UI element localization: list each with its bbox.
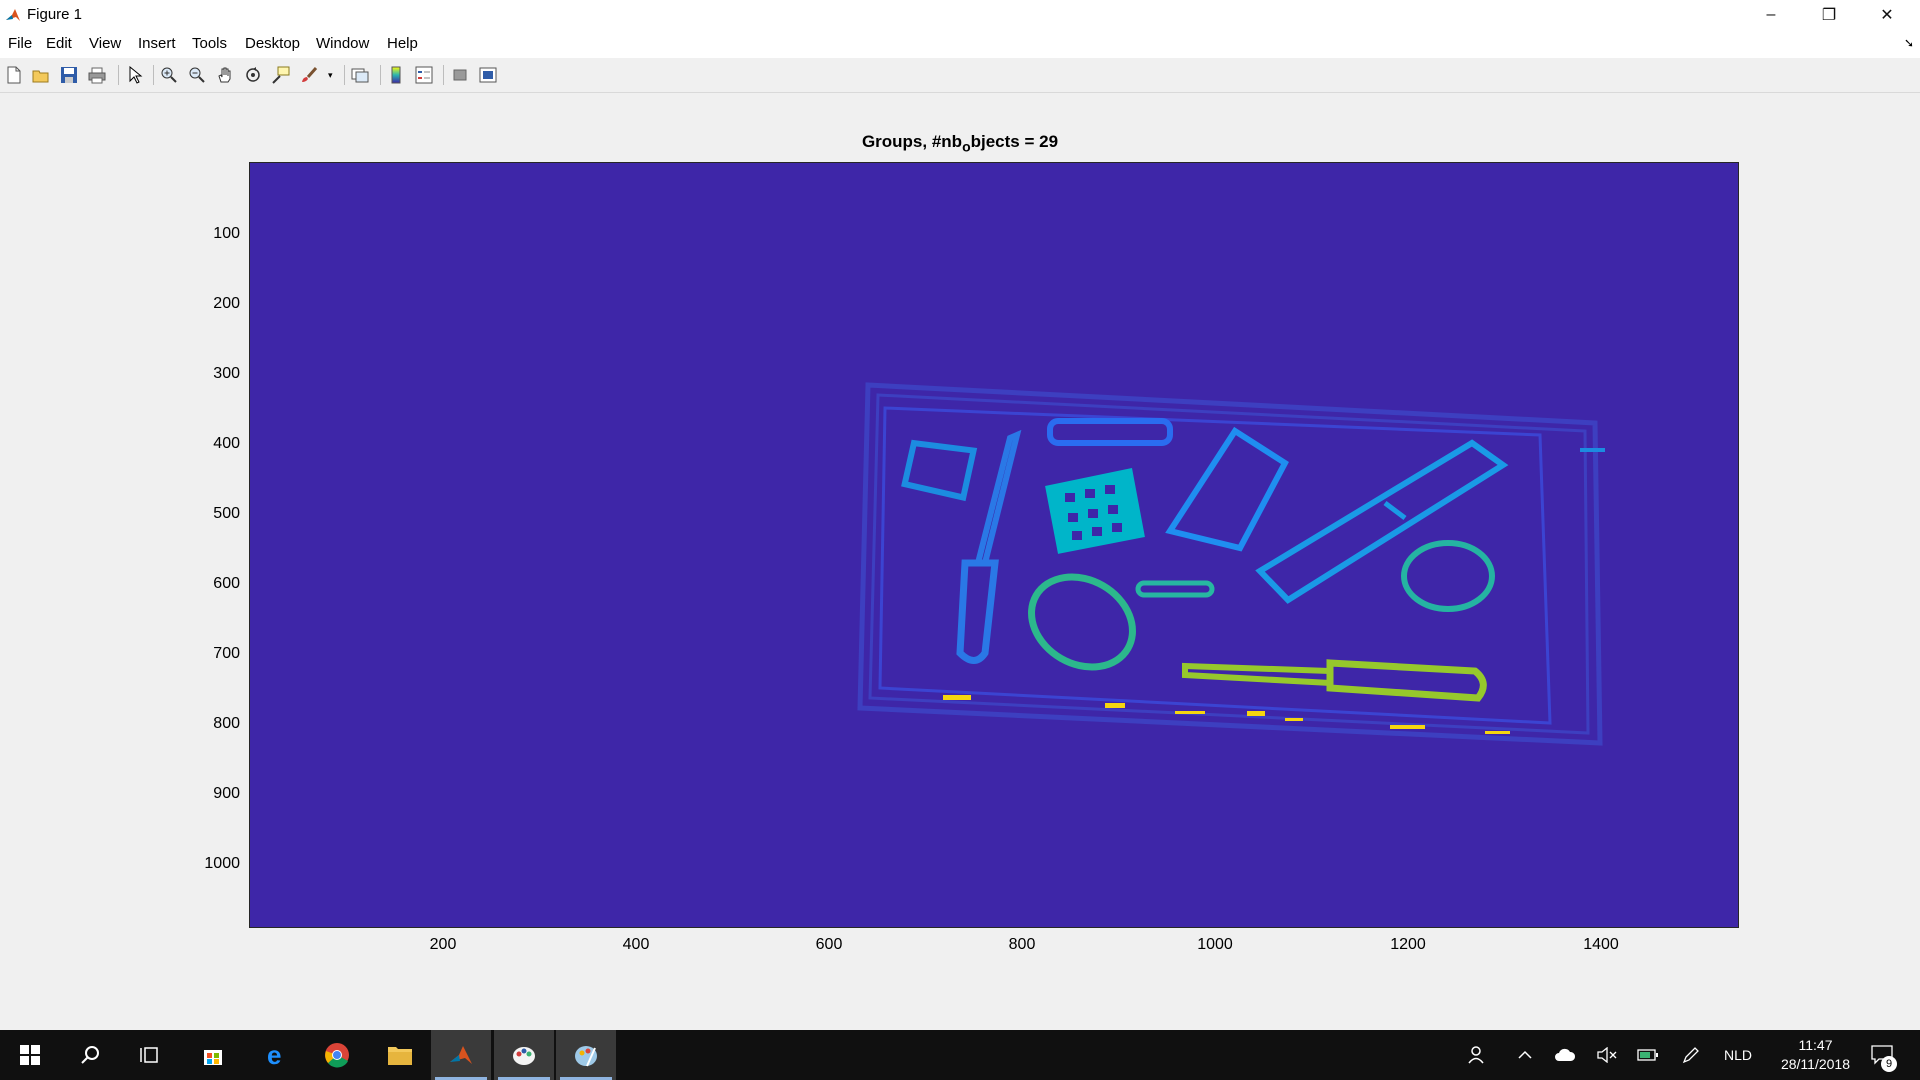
task-view-icon[interactable] xyxy=(120,1030,180,1080)
y-tick-label: 700 xyxy=(213,645,240,662)
menu-tools[interactable]: Tools xyxy=(192,35,227,52)
pen-workspace-icon[interactable] xyxy=(1676,1030,1706,1080)
restore-button[interactable]: ❐ xyxy=(1800,0,1858,30)
y-tick-label: 900 xyxy=(213,785,240,802)
start-icon[interactable] xyxy=(0,1030,60,1080)
notifications-count: 9 xyxy=(1881,1056,1897,1072)
y-tick-label: 200 xyxy=(213,295,240,312)
x-tick-label: 800 xyxy=(1008,936,1036,953)
windows-taskbar: e NLD 11:47 28/11/2018 9 xyxy=(0,1030,1920,1080)
toolbar-separator xyxy=(153,65,154,85)
y-tick-label: 800 xyxy=(213,715,240,732)
svg-text:e: e xyxy=(267,1042,281,1068)
toolbar-separator xyxy=(118,65,119,85)
clock-time: 11:47 xyxy=(1798,1037,1833,1053)
y-tick-label: 100 xyxy=(213,225,240,242)
close-button[interactable]: ✕ xyxy=(1858,0,1916,30)
toolbar-separator xyxy=(443,65,444,85)
hide-plot-tools-icon[interactable] xyxy=(449,64,471,86)
clock[interactable]: 11:47 28/11/2018 xyxy=(1781,1036,1850,1074)
new-figure-icon[interactable] xyxy=(3,64,25,86)
battery-icon[interactable] xyxy=(1632,1030,1664,1080)
menu-file[interactable]: File xyxy=(8,35,32,52)
save-icon[interactable] xyxy=(58,64,80,86)
print-icon[interactable] xyxy=(86,64,108,86)
y-tick-label: 400 xyxy=(213,435,240,452)
x-tick-label: 1000 xyxy=(1197,936,1233,953)
x-tick-label: 600 xyxy=(815,936,843,953)
edge-icon[interactable]: e xyxy=(246,1030,306,1080)
image-axes[interactable] xyxy=(249,162,1739,928)
edit-plot-arrow-icon[interactable] xyxy=(124,64,146,86)
paint-3d-icon[interactable] xyxy=(556,1030,616,1080)
zoom-out-icon[interactable] xyxy=(186,64,208,86)
window-title: Figure 1 xyxy=(27,6,83,23)
menu-bar: File Edit View Insert Tools Desktop Wind… xyxy=(0,30,1920,58)
link-plot-icon[interactable] xyxy=(349,64,371,86)
title-bar: Figure 1 – ❐ ✕ xyxy=(0,0,1920,30)
x-tick-label: 1200 xyxy=(1390,936,1426,953)
brush-dropdown-icon[interactable]: ▾ xyxy=(328,70,333,81)
matlab-app-icon xyxy=(4,6,22,24)
search-icon[interactable] xyxy=(60,1030,120,1080)
zoom-in-icon[interactable] xyxy=(158,64,180,86)
minimize-button[interactable]: – xyxy=(1742,0,1800,30)
y-tick-label: 300 xyxy=(213,365,240,382)
volume-muted-icon[interactable] xyxy=(1592,1030,1622,1080)
rotate-3d-icon[interactable] xyxy=(242,64,264,86)
x-tick-label: 1400 xyxy=(1583,936,1619,953)
x-tick-label: 200 xyxy=(429,936,457,953)
show-plot-tools-icon[interactable] xyxy=(477,64,499,86)
file-explorer-icon[interactable] xyxy=(370,1030,430,1080)
figure-toolbar: ▾ xyxy=(0,58,1920,93)
store-icon[interactable] xyxy=(183,1030,243,1080)
dock-arrow-icon[interactable]: ➘ xyxy=(1904,36,1914,50)
chrome-icon[interactable] xyxy=(307,1030,367,1080)
y-tick-label: 500 xyxy=(213,505,240,522)
plot-title-rest: bjects = 29 xyxy=(970,132,1059,151)
y-tick-label: 1000 xyxy=(204,855,240,872)
y-tick-label: 600 xyxy=(213,575,240,592)
notifications-icon[interactable]: 9 xyxy=(1862,1030,1902,1080)
menu-desktop[interactable]: Desktop xyxy=(245,35,300,52)
menu-window[interactable]: Window xyxy=(316,35,369,52)
toolbar-separator xyxy=(344,65,345,85)
menu-view[interactable]: View xyxy=(89,35,121,52)
toolbar-separator xyxy=(380,65,381,85)
matlab-icon[interactable] xyxy=(431,1030,491,1080)
people-icon[interactable] xyxy=(1462,1030,1494,1080)
paint-icon[interactable] xyxy=(494,1030,554,1080)
colorbar-icon[interactable] xyxy=(385,64,407,86)
language-indicator[interactable]: NLD xyxy=(1716,1030,1760,1080)
menu-help[interactable]: Help xyxy=(387,35,418,52)
cloud-icon[interactable] xyxy=(1550,1030,1580,1080)
segmented-image xyxy=(857,382,1605,746)
brush-icon[interactable] xyxy=(298,64,320,86)
plot-title-main: Groups, #nb xyxy=(861,132,963,151)
menu-edit[interactable]: Edit xyxy=(46,35,72,52)
data-cursor-icon[interactable] xyxy=(270,64,292,86)
pan-hand-icon[interactable] xyxy=(214,64,236,86)
plot-title: Groups, #nbobjects = 29 xyxy=(0,132,1920,154)
plot-title-subscript: o xyxy=(962,138,971,155)
x-tick-label: 400 xyxy=(622,936,650,953)
chevron-up-icon[interactable] xyxy=(1510,1030,1540,1080)
clock-date: 28/11/2018 xyxy=(1780,1056,1850,1072)
menu-insert[interactable]: Insert xyxy=(138,35,176,52)
open-file-icon[interactable] xyxy=(30,64,52,86)
legend-icon[interactable] xyxy=(413,64,435,86)
